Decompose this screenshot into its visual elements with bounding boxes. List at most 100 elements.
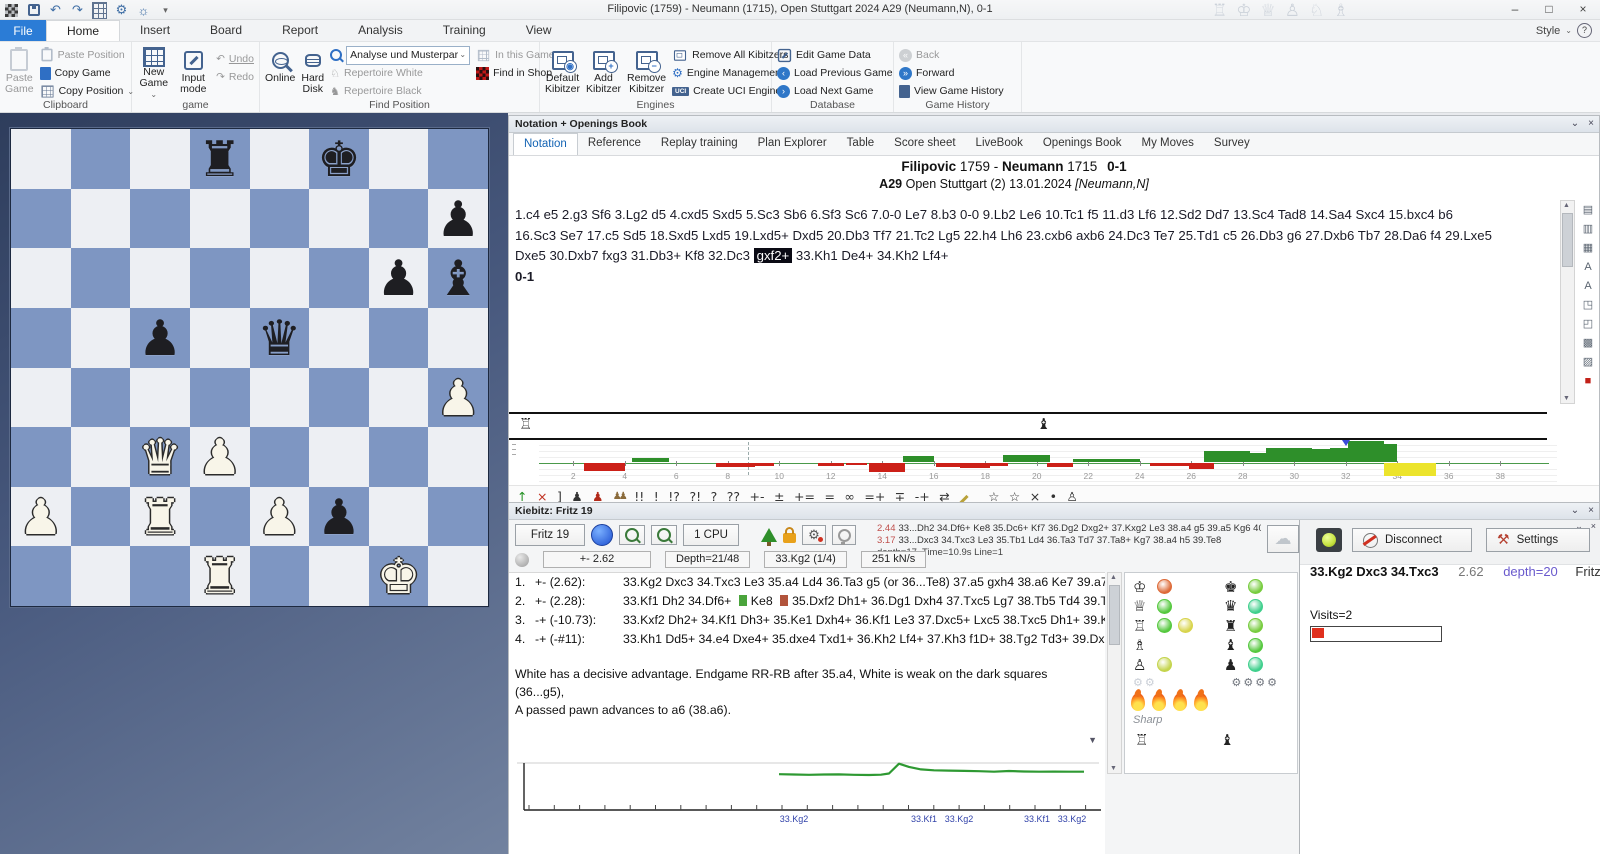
redo-button[interactable]: ↷Redo — [216, 69, 254, 85]
side-toolbar-icon-8[interactable]: ▨ — [1583, 353, 1593, 372]
ribbon-tab-training[interactable]: Training — [423, 20, 506, 41]
save-icon[interactable] — [26, 3, 41, 18]
board-square[interactable] — [11, 427, 71, 487]
moves-line[interactable]: 1.c4 e5 2.g3 Sf6 3.Lg2 d5 4.cxd5 Sxd5 5.… — [515, 205, 1531, 226]
board-square[interactable] — [11, 129, 71, 189]
scroll-down-icon[interactable]: ▼ — [1108, 765, 1119, 772]
piece-white-rook[interactable]: ♜ — [130, 487, 190, 547]
style-label[interactable]: Style — [1536, 25, 1560, 37]
board-square[interactable] — [369, 427, 429, 487]
board-square[interactable] — [309, 189, 369, 249]
highlighted-move[interactable]: gxf2+ — [754, 248, 793, 263]
paste-position-button[interactable]: Paste Position — [40, 47, 135, 63]
piece-white-pawn[interactable]: ♟ — [11, 487, 71, 547]
board-square[interactable] — [309, 427, 369, 487]
default-kibitzer-button[interactable]: ◉ Default Kibitzer — [545, 45, 580, 100]
engine-line-3[interactable]: 3.-+ (-10.73):33.Kxf2 Dh2+ 34.Kf1 Dh3+ 3… — [509, 611, 1105, 630]
lock-icon[interactable] — [783, 533, 796, 543]
eval-bar[interactable] — [754, 463, 775, 466]
board-square[interactable] — [369, 129, 429, 189]
board-square[interactable] — [190, 487, 250, 547]
view-game-history-button[interactable]: View Game History — [899, 83, 1004, 99]
minimize-button[interactable]: – — [1498, 0, 1532, 19]
board-square[interactable] — [11, 308, 71, 368]
board-square[interactable] — [250, 546, 310, 606]
create-uci-engine-button[interactable]: UCICreate UCI Engine — [672, 83, 788, 99]
ribbon-tab-view[interactable]: View — [506, 20, 572, 41]
search-type-combobox[interactable]: Analyse und Musterpar⌄ — [346, 46, 470, 65]
eval-bar[interactable] — [869, 463, 905, 472]
tab-notation[interactable]: Notation — [513, 133, 578, 155]
board-square[interactable] — [71, 368, 131, 428]
piece-black-pawn[interactable]: ♟ — [369, 248, 429, 308]
panel-close-icon[interactable]: × — [1588, 503, 1594, 519]
board-square[interactable] — [11, 546, 71, 606]
board-square[interactable] — [71, 248, 131, 308]
board-square[interactable] — [130, 189, 190, 249]
engine-settings-gear-icon[interactable]: ⚙ — [802, 525, 826, 545]
load-next-game-button[interactable]: ›Load Next Game — [777, 83, 893, 99]
board-square[interactable] — [369, 189, 429, 249]
board-square[interactable] — [428, 487, 488, 547]
board-square[interactable] — [71, 546, 131, 606]
ribbon-tab-insert[interactable]: Insert — [120, 20, 190, 41]
tab-replay-training[interactable]: Replay training — [651, 133, 748, 155]
board-square[interactable] — [250, 189, 310, 249]
close-button[interactable]: × — [1566, 0, 1600, 19]
board-square[interactable] — [428, 546, 488, 606]
board-square[interactable] — [130, 248, 190, 308]
engine-lines-scrollbar[interactable]: ▲ ▼ — [1107, 572, 1122, 774]
eval-bar[interactable] — [1377, 444, 1398, 462]
piece-white-pawn[interactable]: ♟ — [190, 427, 250, 487]
scrollbar-thumb[interactable] — [1109, 585, 1120, 645]
board-square[interactable] — [309, 368, 369, 428]
eval-bar[interactable] — [988, 463, 1009, 466]
ribbon-tab-board[interactable]: Board — [190, 20, 262, 41]
tab-plan-explorer[interactable]: Plan Explorer — [748, 133, 837, 155]
board-square[interactable] — [71, 487, 131, 547]
engine-panel-titlebar[interactable]: Kiebitz: Fritz 19 ⌄ × — [509, 503, 1599, 520]
moves-line[interactable]: Dxe5 30.Dxb7 fxg3 31.Db3+ Kf8 32.Dc3 gxf… — [515, 246, 1531, 267]
zoom-out-icon[interactable] — [651, 525, 677, 545]
new-game-button[interactable]: New Game⌄ — [137, 45, 171, 100]
online-button[interactable]: Online — [265, 45, 295, 100]
board-square[interactable] — [11, 368, 71, 428]
board-square[interactable] — [369, 487, 429, 547]
board-square[interactable] — [428, 308, 488, 368]
repertoire-white-button[interactable]: ♘Repertoire White — [330, 65, 470, 81]
panel-collapse-icon[interactable]: ⌄ — [1571, 503, 1579, 519]
piece-black-pawn[interactable]: ♟ — [309, 487, 369, 547]
board-square[interactable] — [309, 546, 369, 606]
eval-bar[interactable] — [818, 463, 844, 466]
engine-line-4[interactable]: 4.-+ (-#11):33.Kh1 Dd5+ 34.e4 Dxe4+ 35.d… — [509, 630, 1105, 649]
board-square[interactable] — [190, 308, 250, 368]
piece-black-pawn[interactable]: ♟ — [130, 308, 190, 368]
side-toolbar-icon-2[interactable]: ▦ — [1583, 239, 1593, 258]
copy-game-button[interactable]: Copy Game — [40, 65, 135, 81]
piece-white-rook[interactable]: ♜ — [190, 546, 250, 606]
eval-bar[interactable] — [1099, 459, 1140, 462]
edit-game-data-button[interactable]: Edit Game Data — [777, 47, 893, 63]
eval-bar[interactable] — [584, 463, 625, 471]
panel-close-icon[interactable]: × — [1588, 116, 1594, 132]
board-square[interactable] — [309, 308, 369, 368]
scroll-down-icon[interactable]: ▼ — [1561, 395, 1572, 402]
board-square[interactable] — [130, 546, 190, 606]
eval-bar[interactable] — [936, 463, 962, 467]
panel-collapse-icon[interactable]: ⌄ — [1571, 116, 1579, 132]
cloud-engine-button[interactable]: ☁ — [1267, 525, 1299, 553]
engine-select-button[interactable]: Fritz 19 — [515, 524, 585, 546]
side-toolbar-icon-9[interactable]: ■ — [1585, 372, 1592, 391]
remove-kibitzer-button[interactable]: − Remove Kibitzer — [627, 45, 666, 100]
eval-bar[interactable] — [1003, 455, 1049, 462]
piece-black-pawn[interactable]: ♟ — [428, 189, 488, 249]
tab-my-moves[interactable]: My Moves — [1132, 133, 1204, 155]
eval-bar[interactable] — [903, 456, 934, 462]
remove-all-kibitzers-button[interactable]: Remove All Kibitzers — [672, 47, 788, 63]
eval-bar[interactable] — [1189, 463, 1215, 469]
board-square[interactable] — [369, 368, 429, 428]
annotation-symbol[interactable]: ♟♟ — [613, 491, 625, 502]
piece-white-king[interactable]: ♚ — [369, 546, 429, 606]
board-square[interactable] — [250, 427, 310, 487]
side-toolbar-icon-6[interactable]: ◰ — [1583, 315, 1593, 334]
